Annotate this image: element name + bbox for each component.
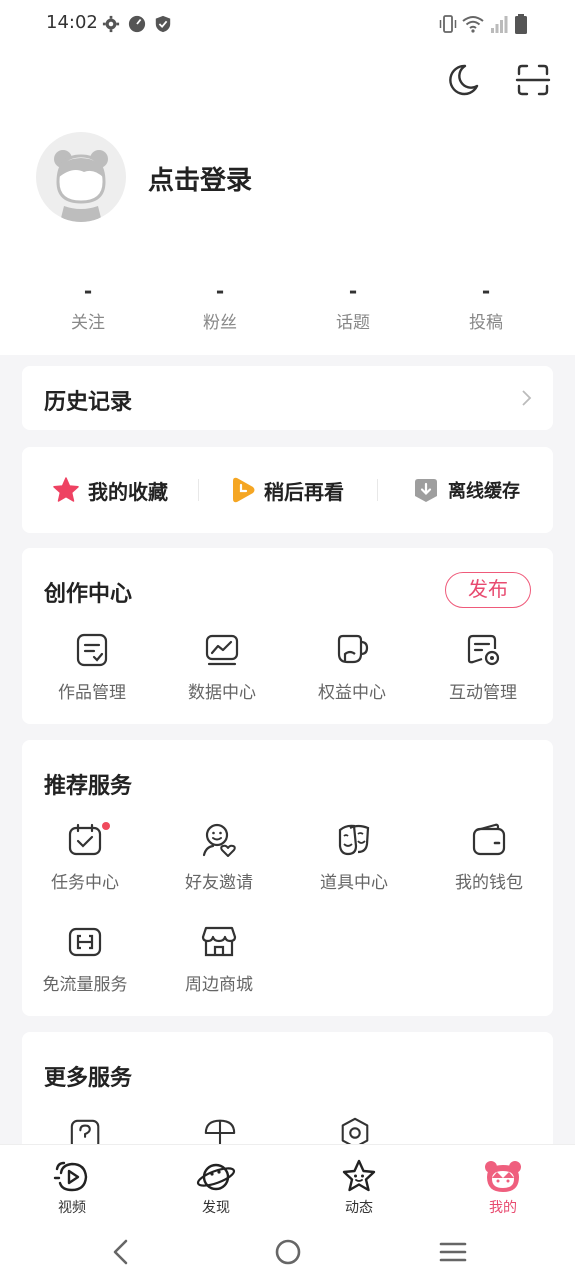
planet-tab-icon bbox=[196, 1163, 236, 1191]
video-tab-icon bbox=[53, 1161, 88, 1192]
download-icon bbox=[415, 479, 437, 502]
night-mode-icon[interactable] bbox=[443, 60, 483, 100]
back-icon[interactable] bbox=[106, 1236, 138, 1268]
watch-later-button[interactable]: 稍后再看 bbox=[230, 447, 344, 533]
tab-mine[interactable]: 我的 bbox=[453, 1145, 553, 1225]
stat-value: - bbox=[348, 279, 358, 303]
offline-cache-label: 离线缓存 bbox=[448, 481, 520, 502]
works-management-item[interactable]: 作品管理 bbox=[27, 632, 157, 703]
avatar[interactable] bbox=[36, 132, 126, 222]
free-data-label: 免流量服务 bbox=[42, 975, 128, 995]
tab-dynamic[interactable]: 动态 bbox=[309, 1145, 409, 1225]
interaction-icon bbox=[467, 634, 500, 666]
store-icon bbox=[201, 926, 237, 957]
system-navigation-bar bbox=[0, 1224, 575, 1280]
free-data-service-item[interactable]: 免流量服务 bbox=[20, 924, 150, 995]
friend-invite-label: 好友邀请 bbox=[185, 873, 253, 893]
tab-mine-label: 我的 bbox=[489, 1200, 517, 1216]
stat-label: 投稿 bbox=[469, 313, 503, 333]
data-center-label: 数据中心 bbox=[188, 683, 256, 703]
sim-card-icon bbox=[68, 927, 102, 957]
watch-later-label: 稍后再看 bbox=[264, 479, 344, 504]
shield-icon bbox=[155, 15, 171, 33]
tab-discover[interactable]: 发现 bbox=[166, 1145, 266, 1225]
recommended-services-card: 推荐服务 任务中心 好友邀请 道具中心 我的钱包 免流量服务 周边商城 bbox=[22, 740, 553, 1016]
data-chart-icon bbox=[205, 634, 239, 666]
recommended-title: 推荐服务 bbox=[44, 774, 133, 799]
settings-icon bbox=[102, 15, 120, 33]
calendar-check-icon bbox=[68, 823, 102, 856]
wallet-item[interactable]: 我的钱包 bbox=[424, 822, 554, 893]
stat-value: - bbox=[215, 279, 225, 303]
stat-topics[interactable]: - 话题 bbox=[293, 278, 413, 333]
history-title: 历史记录 bbox=[44, 390, 133, 415]
status-bar: 14:02 bbox=[0, 0, 575, 48]
benefits-center-label: 权益中心 bbox=[318, 683, 386, 703]
gauge-icon bbox=[128, 15, 146, 33]
home-icon[interactable] bbox=[272, 1236, 304, 1268]
recents-menu-icon[interactable] bbox=[437, 1236, 469, 1268]
friend-invite-icon bbox=[202, 823, 236, 857]
mask-icon bbox=[338, 824, 370, 856]
divider bbox=[377, 479, 378, 501]
creation-title: 创作中心 bbox=[44, 582, 133, 607]
stat-submissions[interactable]: - 投稿 bbox=[426, 278, 546, 333]
creation-center-card: 创作中心 发布 作品管理 数据中心 权益中心 互动管理 bbox=[22, 548, 553, 724]
default-avatar-icon bbox=[54, 150, 108, 222]
merch-store-label: 周边商城 bbox=[185, 975, 253, 995]
tab-discover-label: 发现 bbox=[202, 1200, 230, 1216]
data-center-item[interactable]: 数据中心 bbox=[157, 632, 287, 703]
favorites-button[interactable]: 我的收藏 bbox=[52, 447, 168, 533]
publish-button[interactable]: 发布 bbox=[445, 572, 531, 608]
tab-dynamic-label: 动态 bbox=[345, 1200, 373, 1216]
battery-icon bbox=[515, 14, 527, 34]
works-label: 作品管理 bbox=[58, 683, 126, 703]
friend-invite-item[interactable]: 好友邀请 bbox=[154, 822, 284, 893]
wallet-icon bbox=[472, 823, 506, 856]
stat-label: 粉丝 bbox=[203, 313, 237, 333]
star-icon bbox=[53, 477, 79, 502]
stat-label: 关注 bbox=[71, 313, 105, 333]
props-center-label: 道具中心 bbox=[320, 873, 388, 893]
wifi-icon bbox=[462, 16, 484, 33]
chevron-right-icon bbox=[522, 390, 532, 406]
mine-tab-icon bbox=[485, 1161, 521, 1192]
merch-store-item[interactable]: 周边商城 bbox=[154, 924, 284, 995]
benefits-center-item[interactable]: 权益中心 bbox=[287, 632, 417, 703]
stat-value: - bbox=[481, 279, 491, 303]
star-face-tab-icon bbox=[342, 1159, 376, 1192]
stat-fans[interactable]: - 粉丝 bbox=[160, 278, 280, 333]
stat-value: - bbox=[83, 279, 93, 303]
watch-later-icon bbox=[233, 477, 255, 503]
divider bbox=[198, 479, 199, 501]
cup-icon bbox=[337, 634, 369, 664]
interaction-label: 互动管理 bbox=[449, 683, 517, 703]
favorites-label: 我的收藏 bbox=[88, 479, 168, 504]
stat-following[interactable]: - 关注 bbox=[28, 278, 148, 333]
tab-video-label: 视频 bbox=[58, 1200, 86, 1216]
props-center-item[interactable]: 道具中心 bbox=[289, 822, 419, 893]
task-center-label: 任务中心 bbox=[51, 873, 119, 893]
vibrate-icon bbox=[439, 15, 457, 33]
stats-row: - 关注 - 粉丝 - 话题 - 投稿 bbox=[22, 278, 553, 338]
works-icon bbox=[76, 633, 108, 667]
notification-dot bbox=[102, 822, 110, 830]
cell-signal-icon bbox=[491, 16, 508, 33]
interaction-management-item[interactable]: 互动管理 bbox=[418, 632, 548, 703]
offline-cache-button[interactable]: 离线缓存 bbox=[412, 447, 520, 533]
stat-label: 话题 bbox=[336, 313, 370, 333]
bottom-tab-bar: 视频 发现 动态 我的 bbox=[0, 1144, 575, 1224]
status-time: 14:02 bbox=[46, 12, 98, 33]
tab-video[interactable]: 视频 bbox=[22, 1145, 122, 1225]
task-center-item[interactable]: 任务中心 bbox=[20, 822, 150, 893]
wallet-label: 我的钱包 bbox=[455, 873, 523, 893]
login-link[interactable]: 点击登录 bbox=[148, 160, 252, 197]
quick-actions-card: 我的收藏 稍后再看 离线缓存 bbox=[22, 447, 553, 533]
more-title: 更多服务 bbox=[44, 1066, 133, 1091]
history-card[interactable]: 历史记录 bbox=[22, 366, 553, 430]
scan-icon[interactable] bbox=[513, 60, 553, 100]
